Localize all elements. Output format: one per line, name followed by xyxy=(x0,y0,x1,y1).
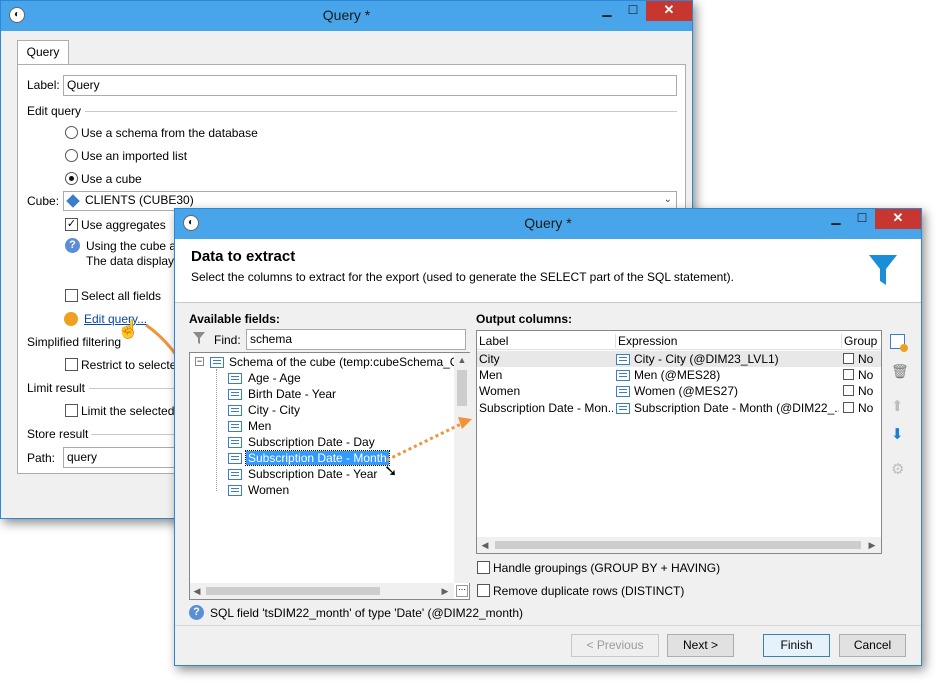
drag-arrow-line xyxy=(386,421,464,462)
drag-arrow-head xyxy=(458,417,472,429)
drag-arrow xyxy=(386,417,472,462)
